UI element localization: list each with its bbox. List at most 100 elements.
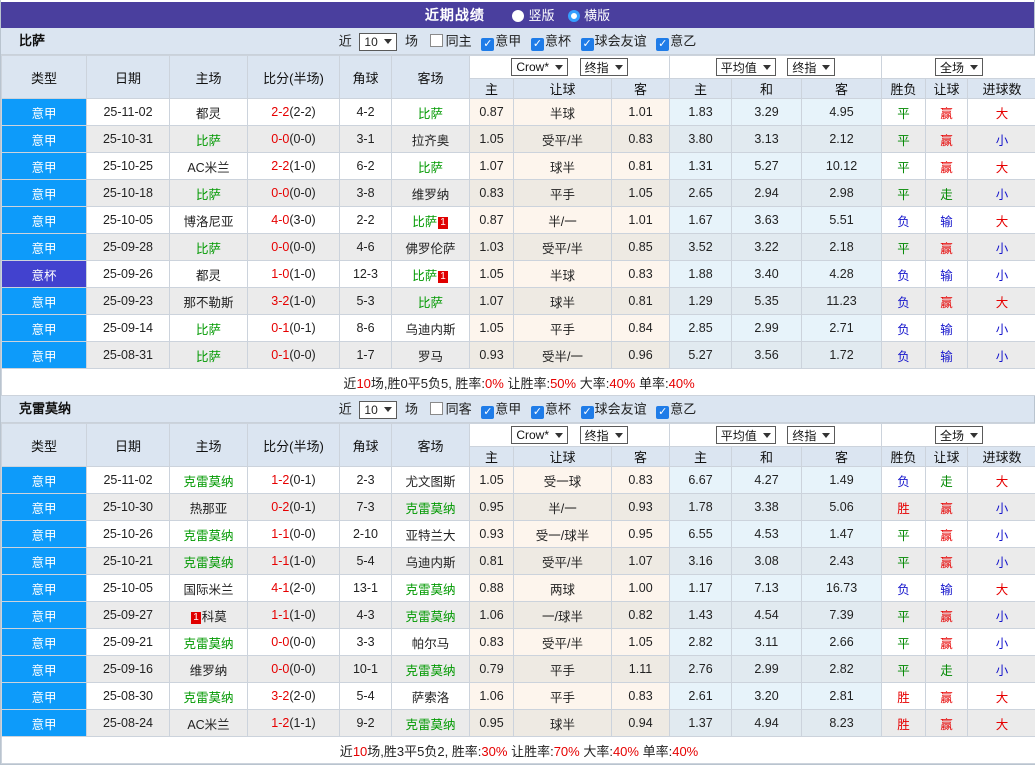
score-cell: 0-1(0-0)	[248, 342, 340, 369]
corner-cell: 12-3	[340, 261, 392, 288]
handicap-result-cell: 输	[926, 342, 968, 369]
average-final-select[interactable]: 终指	[787, 58, 835, 76]
result-cell: 负	[882, 342, 926, 369]
red-card-badge: 1	[191, 612, 201, 624]
crow-home-odds-cell: 0.93	[470, 342, 514, 369]
date-cell: 25-08-31	[87, 342, 170, 369]
date-cell: 25-11-02	[87, 99, 170, 126]
full-match-select[interactable]: 全场	[935, 58, 983, 76]
crow-home-odds-cell: 1.07	[470, 288, 514, 315]
crow-away-odds-cell: 1.05	[612, 180, 670, 207]
fulltime-score: 0-1	[271, 321, 289, 335]
checkbox-coppa-italia[interactable]	[531, 38, 544, 51]
crow-home-odds-cell: 0.95	[470, 494, 514, 521]
checkbox-serie-a[interactable]	[481, 38, 494, 51]
goals-result-cell: 大	[968, 207, 1035, 234]
score-cell: 0-0(0-0)	[248, 234, 340, 261]
recent-count-value: 10	[364, 29, 377, 55]
corner-cell: 5-4	[340, 548, 392, 575]
home-cell: AC米兰	[170, 153, 248, 180]
team-name: 都灵	[196, 269, 221, 283]
avg-home-odds-cell: 2.85	[670, 315, 732, 342]
date-cell: 25-09-21	[87, 629, 170, 656]
crow-final-select[interactable]: 终指	[580, 426, 628, 444]
subcol-handicap-result: 让球	[926, 447, 968, 467]
crow-away-odds-cell: 0.85	[612, 234, 670, 261]
crow-home-odds-cell: 0.87	[470, 99, 514, 126]
crow-handicap-cell: 受一/球半	[514, 521, 612, 548]
avg-draw-odds-cell: 3.11	[732, 629, 802, 656]
vertical-layout-radio[interactable]	[512, 10, 524, 22]
result-cell: 平	[882, 180, 926, 207]
crow-company-select[interactable]: Crow*	[511, 58, 568, 76]
match-row: 意甲25-10-05国际米兰4-1(2-0)13-1克雷莫纳0.88两球1.00…	[2, 575, 1035, 602]
average-final-value: 终指	[792, 59, 816, 76]
crow-company-select[interactable]: Crow*	[511, 426, 568, 444]
checkbox-serie-a[interactable]	[481, 406, 494, 419]
home-cell: 1科莫	[170, 602, 248, 629]
avg-draw-odds-cell: 4.27	[732, 467, 802, 494]
away-cell: 比萨1	[392, 261, 470, 288]
goals-result-cell: 小	[968, 602, 1035, 629]
league-cell: 意甲	[2, 548, 87, 575]
halftime-score: (2-0)	[289, 689, 315, 703]
fulltime-score: 0-1	[271, 348, 289, 362]
same-venue-checkbox[interactable]	[430, 34, 443, 47]
score-cell: 0-0(0-0)	[248, 126, 340, 153]
checkbox-serie-b[interactable]	[656, 406, 669, 419]
corner-cell: 7-3	[340, 494, 392, 521]
crow-home-odds-cell: 0.87	[470, 207, 514, 234]
recent-count-select[interactable]: 10	[359, 401, 397, 419]
fulltime-score: 1-2	[271, 473, 289, 487]
horizontal-layout-radio[interactable]	[568, 10, 580, 22]
handicap-result-cell: 赢	[926, 521, 968, 548]
col-date: 日期	[87, 56, 170, 99]
average-odds-select[interactable]: 平均值	[716, 58, 776, 76]
team-name: AC米兰	[187, 161, 229, 175]
games-label: 场	[405, 34, 418, 49]
goals-result-cell: 小	[968, 548, 1035, 575]
date-cell: 25-08-30	[87, 683, 170, 710]
recent-count-select[interactable]: 10	[359, 33, 397, 51]
avg-home-odds-cell: 1.83	[670, 99, 732, 126]
score-cell: 1-1(1-0)	[248, 602, 340, 629]
chevron-down-icon	[970, 65, 978, 70]
result-cell: 胜	[882, 710, 926, 737]
score-cell: 1-2(0-1)	[248, 467, 340, 494]
away-cell: 帕尔马	[392, 629, 470, 656]
checkbox-club-friendly[interactable]	[581, 38, 594, 51]
crow-handicap-cell: 两球	[514, 575, 612, 602]
subcol-handicap: 让球	[514, 447, 612, 467]
team-name: 克雷莫纳	[183, 637, 233, 651]
checkbox-serie-b[interactable]	[656, 38, 669, 51]
crow-home-odds-cell: 0.83	[470, 180, 514, 207]
crow-away-odds-cell: 0.96	[612, 342, 670, 369]
away-cell: 比萨	[392, 288, 470, 315]
fulltime-score: 2-2	[271, 105, 289, 119]
score-cell: 1-2(1-1)	[248, 710, 340, 737]
average-final-select[interactable]: 终指	[787, 426, 835, 444]
home-cell: 维罗纳	[170, 656, 248, 683]
cremonese-results-table: 类型 日期 主场 比分(半场) 角球 客场 Crow* 终指 平均值 终指 全场	[1, 423, 1035, 764]
label-serie-a: 意甲	[495, 34, 521, 49]
average-odds-select[interactable]: 平均值	[716, 426, 776, 444]
chevron-down-icon	[555, 433, 563, 438]
checkbox-club-friendly[interactable]	[581, 406, 594, 419]
full-match-select[interactable]: 全场	[935, 426, 983, 444]
chevron-down-icon	[615, 65, 623, 70]
avg-home-odds-cell: 3.52	[670, 234, 732, 261]
subcol-avg-draw: 和	[732, 447, 802, 467]
same-venue-checkbox[interactable]	[430, 402, 443, 415]
halftime-score: (0-0)	[289, 240, 315, 254]
goals-result-cell: 大	[968, 467, 1035, 494]
avg-draw-odds-cell: 3.08	[732, 548, 802, 575]
crow-final-select[interactable]: 终指	[580, 58, 628, 76]
corner-cell: 1-7	[340, 342, 392, 369]
goals-result-cell: 小	[968, 629, 1035, 656]
checkbox-coppa-italia[interactable]	[531, 406, 544, 419]
summary-row: 近10场,胜3平5负2, 胜率:30% 让胜率:70% 大率:40% 单率:40…	[2, 737, 1035, 764]
handicap-result-cell: 赢	[926, 234, 968, 261]
col-home: 主场	[170, 56, 248, 99]
team-name: 比萨	[196, 134, 221, 148]
summary-text: 大率:	[580, 744, 613, 759]
